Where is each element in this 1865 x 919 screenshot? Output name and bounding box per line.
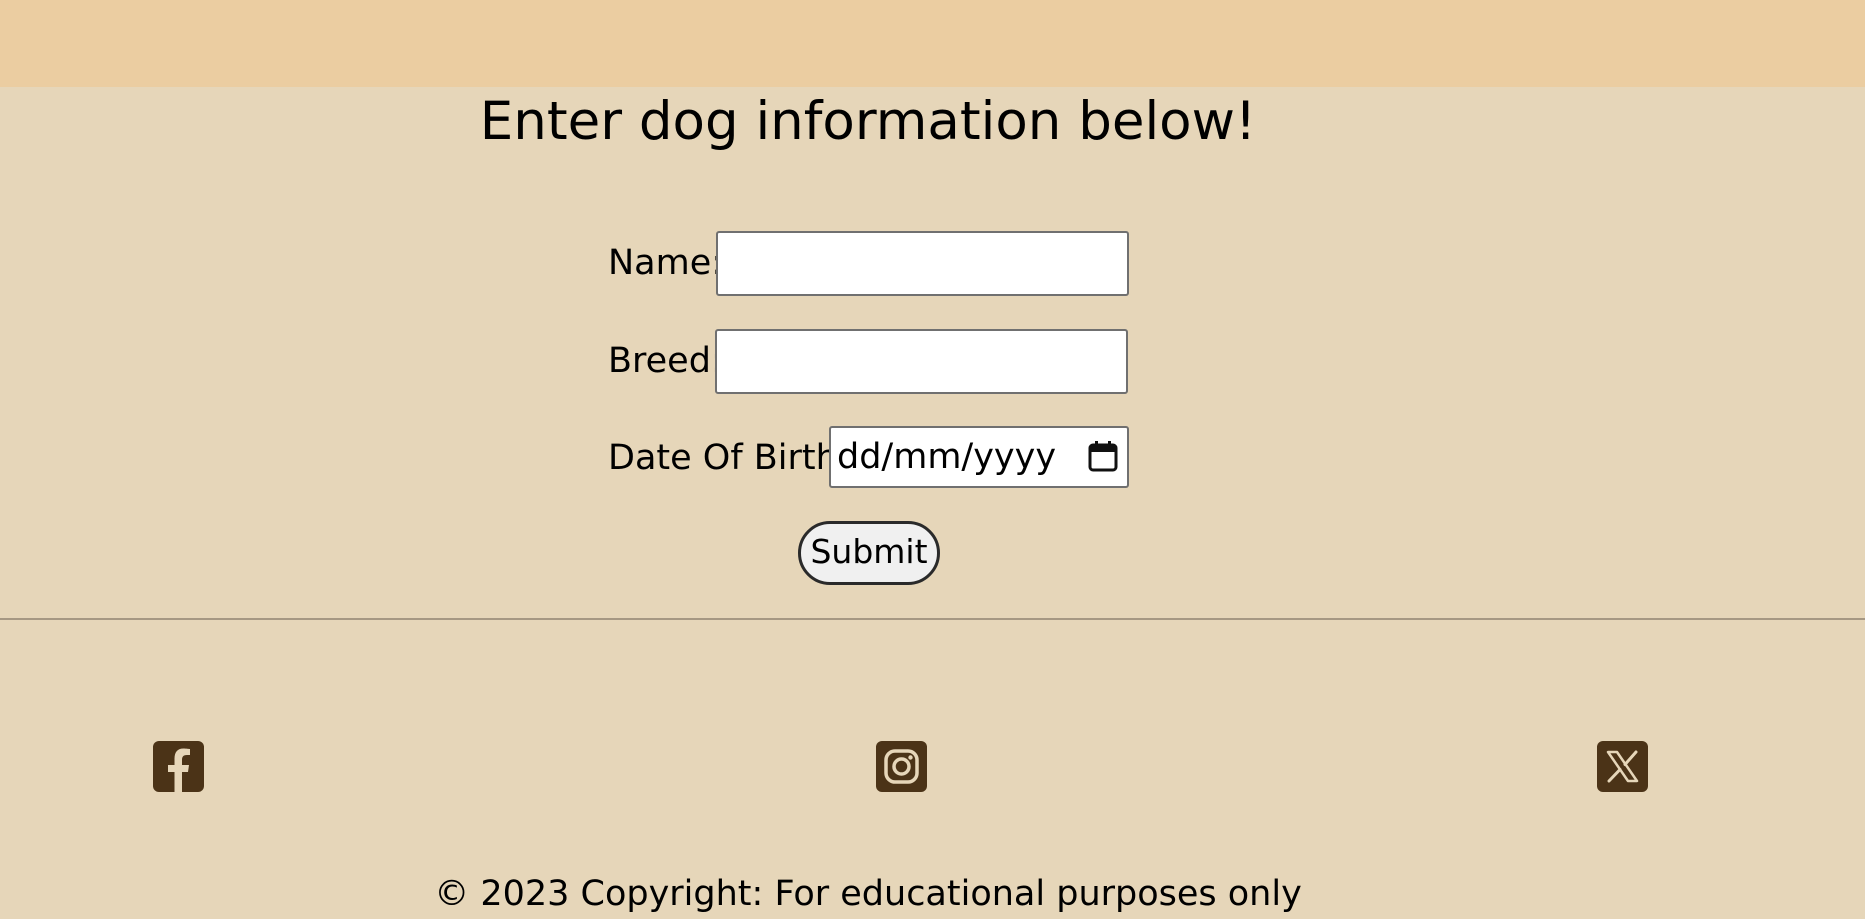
instagram-icon: [884, 749, 919, 784]
breed-input[interactable]: [715, 329, 1128, 394]
submit-button[interactable]: Submit: [798, 521, 940, 585]
breed-label: Breed:: [608, 341, 723, 381]
dob-label: Date Of Birth:: [608, 438, 850, 478]
x-twitter-icon: [1606, 750, 1639, 783]
page-title: Enter dog information below!: [479, 91, 1257, 152]
name-label: Name:: [608, 243, 724, 283]
dob-placeholder: dd/mm/yyyy: [837, 437, 1057, 477]
facebook-link[interactable]: [153, 741, 204, 792]
header-bar: [0, 0, 1865, 87]
name-input[interactable]: [716, 231, 1129, 296]
calendar-icon[interactable]: [1088, 440, 1118, 472]
dob-input[interactable]: dd/mm/yyyy: [829, 426, 1129, 488]
facebook-icon: [168, 748, 190, 792]
instagram-link[interactable]: [876, 741, 927, 792]
copyright-text: © 2023 Copyright: For educational purpos…: [434, 874, 1302, 914]
x-twitter-link[interactable]: [1597, 741, 1648, 792]
footer-divider: [0, 618, 1865, 620]
